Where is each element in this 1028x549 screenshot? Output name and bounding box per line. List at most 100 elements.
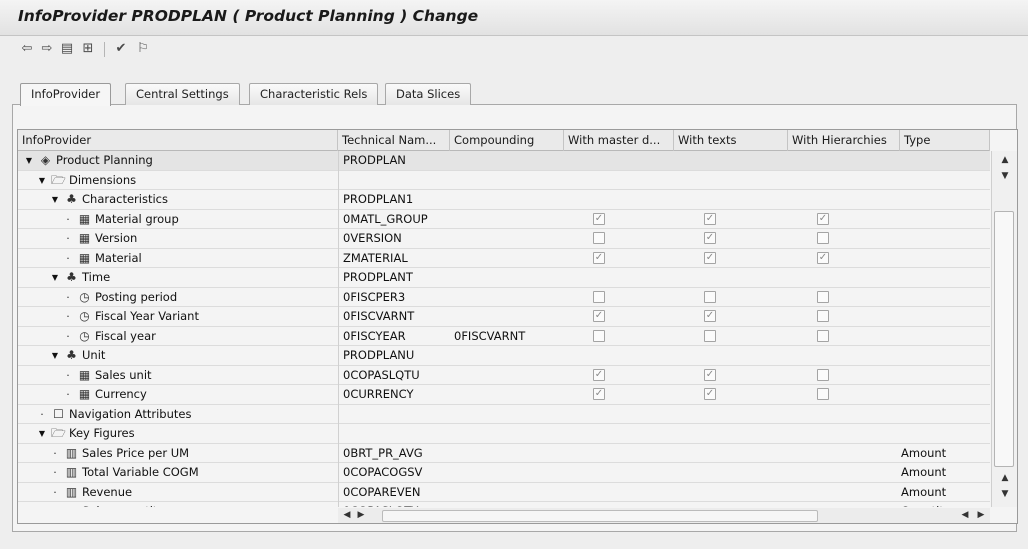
scroll-right-arrow-icon[interactable]: ▶ — [974, 510, 988, 520]
column-header-with-texts[interactable]: With texts — [674, 130, 788, 151]
column-header-infoprovider[interactable]: InfoProvider — [18, 130, 338, 151]
scroll-up-arrow-icon[interactable]: ▲ — [998, 473, 1012, 483]
table-row[interactable]: · ▦ Currency 0CURRENCY ✓ ✓ — [18, 385, 990, 405]
with-master-data-checkbox[interactable]: ✓ — [593, 212, 605, 225]
tree-node[interactable]: · ▦ Version — [63, 229, 338, 248]
node-label: Sales quantity — [82, 502, 164, 507]
scroll-up-arrow-icon[interactable]: ▲ — [998, 155, 1012, 165]
column-header-technical-name[interactable]: Technical Nam... — [338, 130, 450, 151]
table-row[interactable]: · ◷ Posting period 0FISCPER3 — [18, 287, 990, 308]
tree-node[interactable]: · ▥ Sales Price per UM — [50, 444, 338, 463]
expand-toggle-icon[interactable]: ▼ — [24, 151, 34, 170]
with-master-data-checkbox[interactable] — [593, 329, 605, 342]
with-master-data-checkbox[interactable] — [593, 232, 605, 244]
table-row[interactable]: · ▥ Sales Price per UM 0BRT_PR_AVG Amount — [18, 443, 990, 464]
horizontal-scroll-thumb[interactable] — [382, 510, 818, 522]
tree-node[interactable]: ▼ ◈ Product Planning — [24, 151, 338, 170]
table-row[interactable]: · ▦ Sales unit 0COPASLQTU ✓ ✓ — [18, 365, 990, 386]
table-row[interactable]: · ▦ Material ZMATERIAL ✓ ✓ ✓ — [18, 248, 990, 269]
back-arrow-icon[interactable]: ⇦ — [18, 40, 36, 58]
with-master-data-checkbox[interactable]: ✓ — [593, 388, 605, 400]
type-cell: Amount — [901, 484, 947, 499]
with-master-data-checkbox[interactable] — [593, 290, 605, 303]
column-header-compounding[interactable]: Compounding — [450, 130, 564, 151]
expand-toggle-icon[interactable]: ▼ — [50, 268, 60, 287]
tab-data-slices[interactable]: Data Slices — [385, 83, 472, 105]
with-texts-checkbox[interactable]: ✓ — [704, 251, 716, 264]
tree-node[interactable]: · ◷ Fiscal Year Variant — [63, 307, 338, 326]
scroll-left-arrow-icon[interactable]: ◀ — [340, 510, 354, 520]
with-hierarchies-checkbox[interactable] — [817, 310, 829, 322]
expand-toggle-icon[interactable]: ▼ — [37, 171, 47, 190]
horizontal-scrollbar[interactable]: ◀ ▶ ◀ ▶ — [338, 508, 990, 523]
with-hierarchies-checkbox[interactable]: ✓ — [817, 251, 829, 264]
tree-node[interactable]: · ▦ Currency — [63, 385, 338, 404]
compounding-cell — [450, 463, 564, 482]
table-row[interactable]: · ▥Sales quantity 0COPASLQTY Quantity — [18, 502, 990, 507]
tree-node[interactable]: · ◷ Posting period — [63, 288, 338, 307]
table-row[interactable]: · ▦ Material group 0MATL_GROUP ✓ ✓ ✓ — [18, 209, 990, 230]
tree-node[interactable]: ▼ ♣ Unit — [50, 346, 338, 365]
forward-arrow-icon[interactable]: ⇨ — [38, 40, 56, 58]
tree-node[interactable]: · ▥Sales quantity — [50, 502, 338, 507]
with-texts-checkbox[interactable]: ✓ — [704, 368, 716, 381]
column-header-type[interactable]: Type — [900, 130, 990, 151]
activate-icon[interactable]: ⚐ — [134, 40, 152, 58]
tree-node[interactable]: · ▦ Sales unit — [63, 366, 338, 385]
vertical-scroll-thumb[interactable] — [994, 211, 1014, 467]
with-hierarchies-checkbox[interactable] — [817, 368, 829, 381]
scroll-down-arrow-icon[interactable]: ▼ — [998, 489, 1012, 499]
table-row[interactable]: ▼ ♣ Time PRODPLANT — [18, 268, 990, 288]
scroll-right-arrow-icon[interactable]: ▶ — [354, 510, 368, 520]
tree-node[interactable]: ▼ ♣ Time — [50, 268, 338, 287]
tree-node[interactable]: · ☐ Navigation Attributes — [37, 405, 338, 424]
check-icon[interactable]: ✔ — [112, 40, 130, 58]
tree-node[interactable]: ▼ 🗁 Dimensions — [37, 171, 338, 190]
tab-central-settings[interactable]: Central Settings — [125, 83, 240, 105]
table-row[interactable]: ▼ 🗁 Dimensions — [18, 170, 990, 191]
tab-characteristic-rels[interactable]: Characteristic Rels — [249, 83, 379, 105]
expand-toggle-icon[interactable]: ▼ — [37, 424, 47, 443]
column-header-with-master-data[interactable]: With master d... — [564, 130, 674, 151]
table-row[interactable]: ▼ 🗁 Key Figures — [18, 424, 990, 444]
tree-node[interactable]: ▼ ♣ Characteristics — [50, 190, 338, 209]
with-texts-checkbox[interactable]: ✓ — [704, 232, 716, 244]
with-texts-checkbox[interactable]: ✓ — [704, 212, 716, 225]
with-hierarchies-checkbox[interactable]: ✓ — [817, 212, 829, 225]
scroll-down-arrow-icon[interactable]: ▼ — [998, 171, 1012, 181]
tab-infoprovider[interactable]: InfoProvider — [20, 83, 112, 106]
with-texts-checkbox[interactable]: ✓ — [704, 388, 716, 400]
display-table-icon[interactable]: ▤ — [58, 40, 76, 58]
scroll-left-arrow-icon[interactable]: ◀ — [958, 510, 972, 520]
with-master-data-checkbox[interactable]: ✓ — [593, 251, 605, 264]
table-row[interactable]: · ▦ Version 0VERSION ✓ — [18, 229, 990, 249]
tree-node[interactable]: · ▦ Material — [63, 249, 338, 268]
table-row[interactable]: ▼ ♣ Unit PRODPLANU — [18, 346, 990, 366]
expand-toggle-icon[interactable]: ▼ — [50, 190, 60, 209]
table-row[interactable]: · ◷ Fiscal year 0FISCYEAR 0FISCVARNT — [18, 326, 990, 347]
table-row[interactable]: ▼ ◈ Product Planning PRODPLAN — [18, 151, 990, 171]
with-texts-checkbox[interactable] — [704, 329, 716, 342]
tree-node[interactable]: · ◷ Fiscal year — [63, 327, 338, 346]
tree-node[interactable]: · ▦ Material group — [63, 210, 338, 229]
tree-node[interactable]: · ▥ Revenue — [50, 483, 338, 502]
tree-node[interactable]: · ▥ Total Variable COGM — [50, 463, 338, 482]
with-texts-checkbox[interactable]: ✓ — [704, 310, 716, 322]
with-texts-checkbox[interactable] — [704, 290, 716, 303]
table-row[interactable]: · ☐ Navigation Attributes — [18, 404, 990, 425]
table-row[interactable]: ▼ ♣ Characteristics PRODPLAN1 — [18, 190, 990, 210]
tree-node[interactable]: ▼ 🗁 Key Figures — [37, 424, 338, 443]
table-row[interactable]: · ▥ Revenue 0COPAREVEN Amount — [18, 482, 990, 503]
with-hierarchies-checkbox[interactable] — [817, 329, 829, 342]
column-header-with-hierarchies[interactable]: With Hierarchies — [788, 130, 900, 151]
expand-toggle-icon[interactable]: ▼ — [50, 346, 60, 365]
vertical-scrollbar[interactable]: ▲ ▼ ▲ ▼ — [991, 151, 1017, 507]
with-hierarchies-checkbox[interactable] — [817, 232, 829, 244]
table-row[interactable]: · ▥ Total Variable COGM 0COPACOGSV Amount — [18, 463, 990, 483]
hierarchy-icon[interactable]: ⊞ — [79, 40, 97, 58]
with-hierarchies-checkbox[interactable] — [817, 290, 829, 303]
with-hierarchies-checkbox[interactable] — [817, 388, 829, 400]
table-row[interactable]: · ◷ Fiscal Year Variant 0FISCVARNT ✓ ✓ — [18, 307, 990, 327]
with-master-data-checkbox[interactable]: ✓ — [593, 368, 605, 381]
with-master-data-checkbox[interactable]: ✓ — [593, 310, 605, 322]
